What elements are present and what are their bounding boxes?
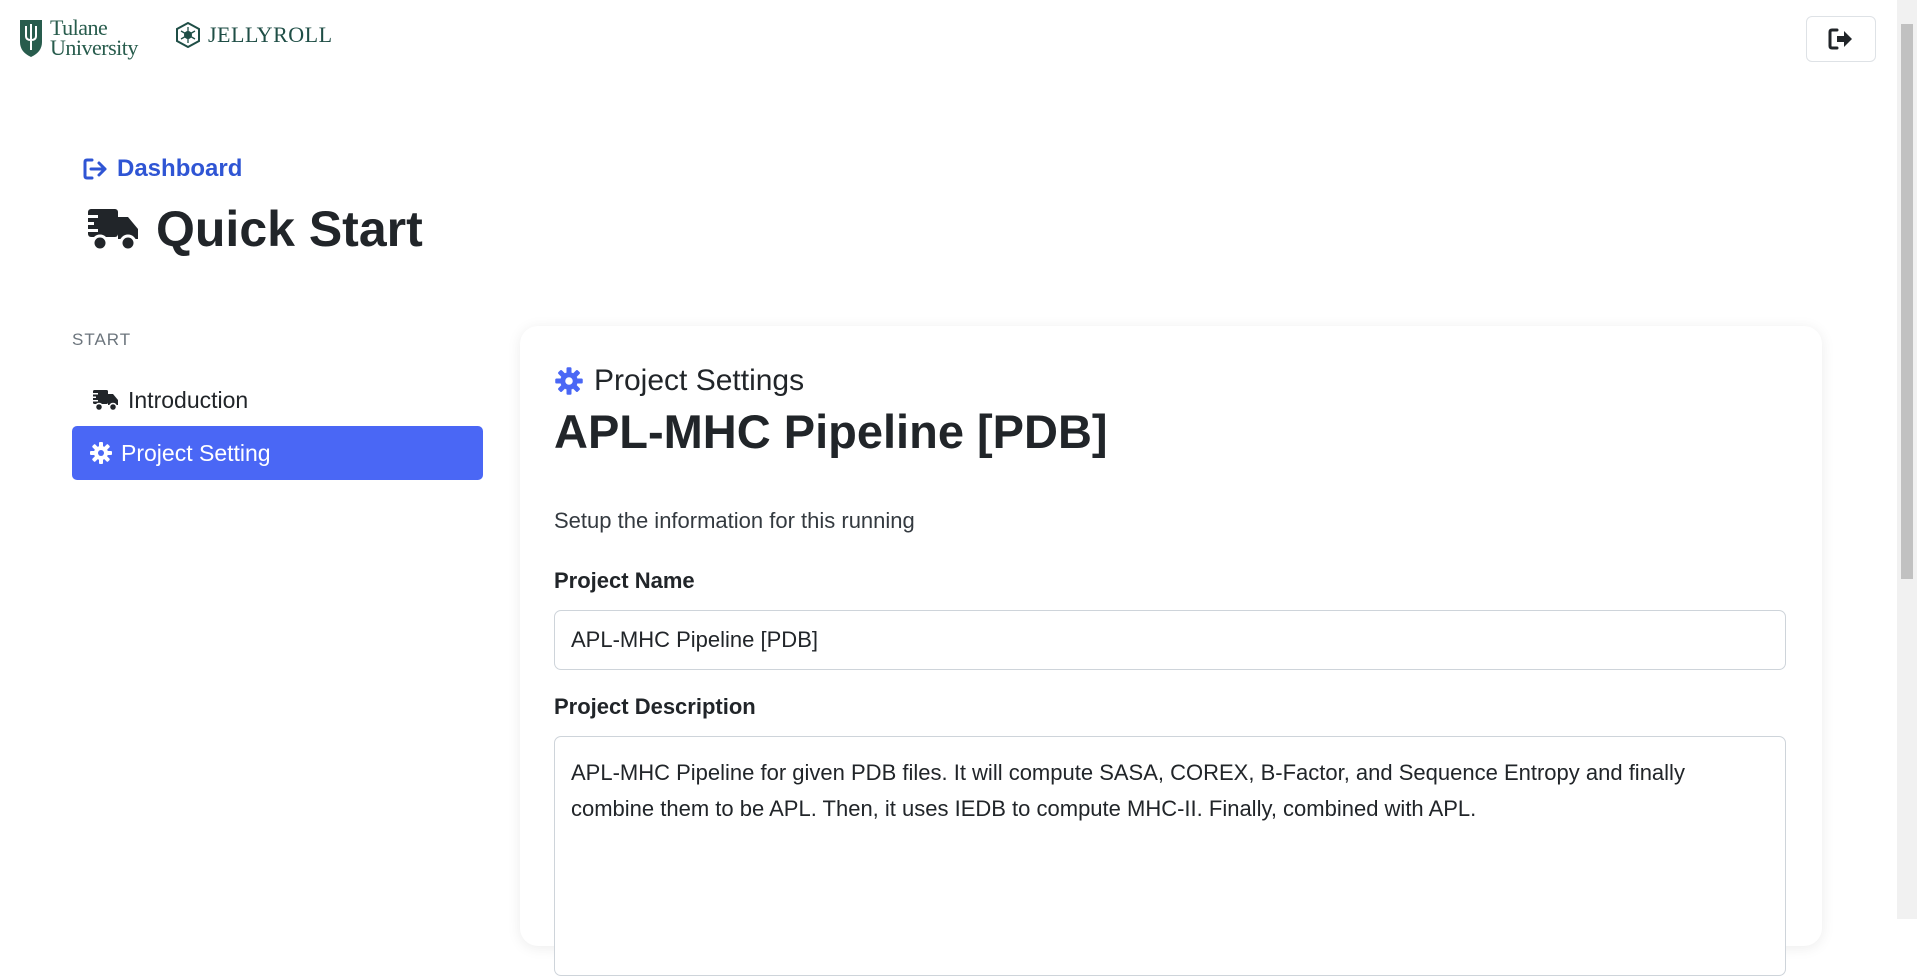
jellyroll-emblem-icon <box>176 22 200 48</box>
page-title-text: Quick Start <box>156 201 423 257</box>
gear-icon <box>90 442 112 464</box>
sidebar-item-label: Introduction <box>128 386 249 413</box>
gear-icon <box>555 367 583 395</box>
tulane-wordmark: Tulane University <box>50 15 138 60</box>
sidebar-item-label: Project Setting <box>121 439 271 466</box>
jellyroll-wordmark: JELLYROLL <box>208 22 333 47</box>
sign-out-icon <box>83 158 107 180</box>
top-bar: Tulane University JELLYROLL <box>0 0 1897 80</box>
sidebar-item-project-setting[interactable]: Project Setting <box>72 426 483 480</box>
tulane-shield-icon <box>20 20 42 57</box>
card-subtitle-text: Project Settings <box>594 364 805 397</box>
project-name-label: Project Name <box>554 568 695 593</box>
card-description: Setup the information for this running <box>554 508 915 533</box>
truck-fast-icon <box>90 390 118 412</box>
project-name-input[interactable] <box>554 610 1786 670</box>
scrollbar-thumb[interactable] <box>1901 24 1913 579</box>
sidebar-item-introduction[interactable]: Introduction <box>72 373 483 427</box>
jellyroll-logo[interactable]: JELLYROLL <box>176 22 333 48</box>
truck-fast-icon <box>82 209 138 252</box>
card-title: APL-MHC Pipeline [PDB] <box>554 405 1108 458</box>
project-description-label: Project Description <box>554 694 756 719</box>
card-subtitle: Project Settings <box>554 364 804 398</box>
page-scrollbar[interactable] <box>1897 0 1917 919</box>
project-description-textarea[interactable]: APL-MHC Pipeline for given PDB files. It… <box>554 736 1786 976</box>
sidebar-section-heading: START <box>72 330 132 349</box>
logout-button[interactable] <box>1806 16 1876 62</box>
sign-out-icon <box>1828 28 1852 50</box>
dashboard-link-label: Dashboard <box>117 155 243 182</box>
project-settings-card: Project Settings APL-MHC Pipeline [PDB] … <box>520 326 1822 976</box>
dashboard-link[interactable]: Dashboard <box>83 155 242 183</box>
tulane-logo[interactable]: Tulane University <box>18 15 138 60</box>
page-title: Quick Start <box>82 200 423 258</box>
